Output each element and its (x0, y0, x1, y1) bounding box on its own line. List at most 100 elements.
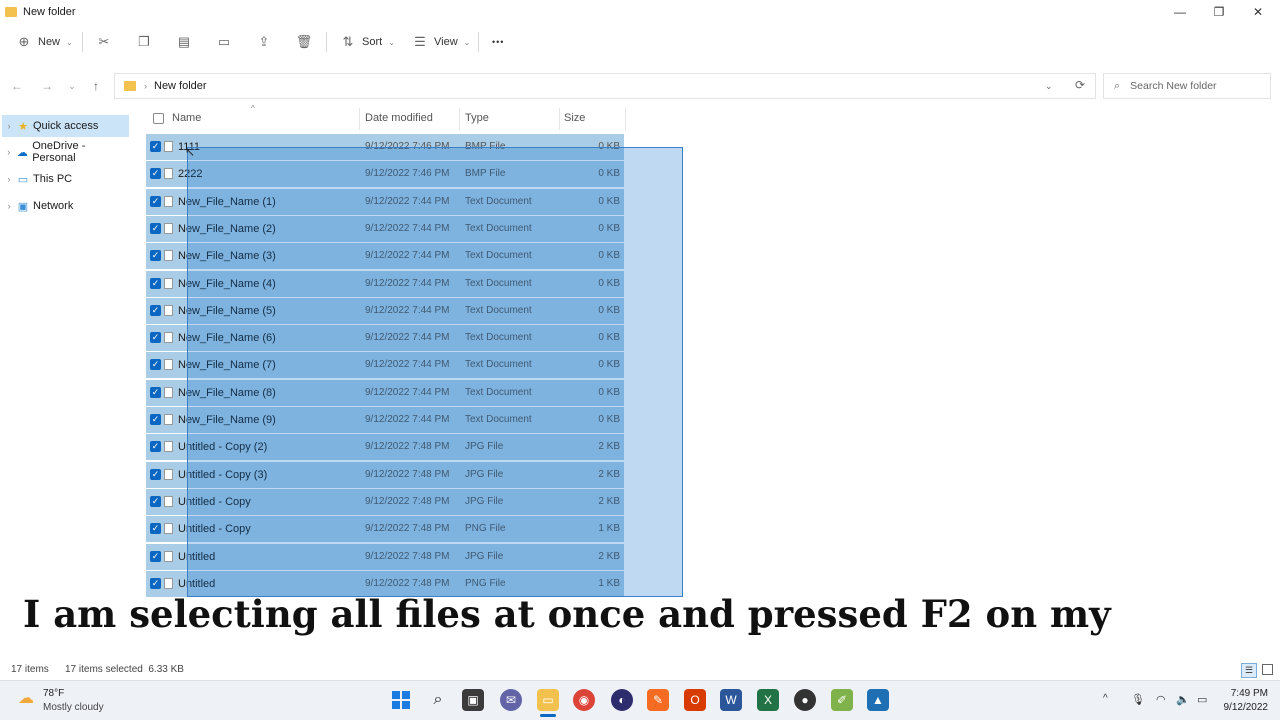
row-checkbox[interactable]: ✓ (150, 250, 161, 261)
row-checkbox[interactable]: ✓ (150, 278, 161, 289)
sidebar-item-onedrive[interactable]: › ☁ OneDrive - Personal (2, 140, 129, 164)
row-checkbox[interactable]: ✓ (150, 523, 161, 534)
weather-temperature[interactable]: 78°F (43, 688, 64, 699)
rename-button[interactable]: ▭ (216, 30, 232, 54)
file-explorer-taskbar-icon[interactable]: ▭ (537, 689, 559, 711)
row-checkbox[interactable]: ✓ (150, 168, 161, 179)
clock-date[interactable]: 9/12/2022 (1214, 702, 1269, 713)
refresh-icon[interactable]: ⟳ (1072, 78, 1088, 94)
column-divider[interactable] (559, 108, 560, 130)
row-checkbox[interactable]: ✓ (150, 359, 161, 370)
row-checkbox[interactable]: ✓ (150, 578, 161, 589)
tiles-view-icon[interactable] (1262, 664, 1273, 675)
chat-icon[interactable]: ✉ (500, 689, 522, 711)
restore-button[interactable]: ❐ (1199, 0, 1239, 24)
see-more-button[interactable]: ••• (492, 30, 504, 54)
clock-time[interactable]: 7:49 PM (1228, 688, 1268, 699)
cut-button[interactable]: ✂ (96, 30, 112, 54)
address-dropdown-icon[interactable]: ⌄ (1045, 81, 1053, 92)
task-view-icon[interactable]: ▣ (462, 689, 484, 711)
microphone-icon[interactable]: 🎙 (1131, 693, 1145, 706)
cloud-icon: ☁ (16, 146, 28, 159)
close-button[interactable]: ✕ (1238, 0, 1278, 24)
video-caption: I am selecting all files at once and pre… (23, 592, 1111, 636)
row-checkbox[interactable]: ✓ (150, 141, 161, 152)
view-button[interactable]: ☰ View ⌄ (412, 30, 470, 54)
computer-icon: ▭ (17, 173, 29, 186)
show-hidden-icons[interactable]: ^ (1103, 693, 1108, 704)
minimize-button[interactable]: — (1160, 0, 1200, 24)
column-header-date[interactable]: Date modified (365, 112, 433, 124)
column-divider[interactable] (625, 108, 626, 130)
row-checkbox[interactable]: ✓ (150, 305, 161, 316)
breadcrumb[interactable]: New folder (154, 80, 207, 92)
file-icon (164, 305, 173, 316)
row-checkbox[interactable]: ✓ (150, 496, 161, 507)
photos-icon[interactable]: ▲ (867, 689, 889, 711)
weather-icon[interactable]: ☁ (18, 688, 34, 708)
chrome-icon[interactable]: ◉ (573, 689, 595, 711)
file-icon (164, 278, 173, 289)
new-button[interactable]: ⊕ New ⌄ (16, 30, 73, 54)
notepad-icon[interactable]: ✐ (831, 689, 853, 711)
sidebar-item-network[interactable]: › ▣ Network (2, 195, 129, 217)
view-icon: ☰ (414, 34, 426, 49)
sort-icon: ⇅ (342, 34, 354, 49)
search-input[interactable]: ⌕ Search New folder (1103, 73, 1271, 99)
sort-button[interactable]: ⇅ Sort ⌄ (340, 30, 395, 54)
copy-button[interactable]: ❐ (136, 30, 152, 54)
paste-button[interactable]: ▤ (176, 30, 192, 54)
weather-description[interactable]: Mostly cloudy (43, 702, 104, 713)
start-button[interactable] (390, 689, 412, 711)
file-icon (164, 523, 173, 534)
selection-count: 17 items selected 6.33 KB (65, 664, 184, 675)
column-divider[interactable] (359, 108, 360, 130)
file-icon (164, 168, 173, 179)
wifi-icon[interactable]: ◠ (1156, 693, 1166, 706)
row-checkbox[interactable]: ✓ (150, 551, 161, 562)
copy-icon: ❐ (138, 34, 150, 49)
address-bar[interactable]: › New folder ⌄ (114, 73, 1096, 99)
row-checkbox[interactable]: ✓ (150, 469, 161, 480)
media-player-icon[interactable]: ◐ (611, 689, 633, 711)
up-button[interactable]: ↑ (88, 78, 104, 94)
file-icon (164, 469, 173, 480)
folder-icon (5, 7, 17, 17)
row-checkbox[interactable]: ✓ (150, 332, 161, 343)
sidebar-item-this-pc[interactable]: › ▭ This PC (2, 168, 129, 190)
share-button[interactable]: ⇪ (256, 30, 272, 54)
window-title: New folder (23, 6, 76, 18)
battery-icon[interactable]: ▭ (1197, 693, 1207, 706)
row-checkbox[interactable]: ✓ (150, 414, 161, 425)
back-button[interactable]: ← (9, 78, 25, 94)
column-header-size[interactable]: Size (564, 112, 585, 124)
forward-button[interactable]: → (39, 78, 55, 94)
network-icon: ▣ (17, 200, 29, 213)
speaker-icon[interactable]: 🔈 (1176, 693, 1190, 706)
row-checkbox[interactable]: ✓ (150, 387, 161, 398)
chevron-right-icon: › (7, 147, 11, 157)
excel-icon[interactable]: X (757, 689, 779, 711)
column-divider[interactable] (459, 108, 460, 130)
row-checkbox[interactable]: ✓ (150, 196, 161, 207)
recorder-icon[interactable]: ● (794, 689, 816, 711)
details-view-icon[interactable]: ☰ (1241, 663, 1257, 678)
file-icon (164, 196, 173, 207)
row-checkbox[interactable]: ✓ (150, 223, 161, 234)
recent-locations-button[interactable]: ⌄ (64, 78, 80, 94)
column-header-type[interactable]: Type (465, 112, 489, 124)
search-taskbar-icon[interactable]: ⌕ (427, 689, 449, 711)
delete-button[interactable]: 🗑 (296, 30, 313, 54)
paint-icon[interactable]: ✎ (647, 689, 669, 711)
sidebar-item-quick-access[interactable]: › ★ Quick access (2, 115, 129, 137)
column-header-name[interactable]: Name (172, 112, 201, 124)
sidebar-item-label: This PC (33, 173, 73, 185)
row-checkbox[interactable]: ✓ (150, 441, 161, 452)
word-icon[interactable]: W (720, 689, 742, 711)
selection-rectangle (187, 147, 683, 597)
select-all-checkbox[interactable] (153, 113, 164, 124)
chevron-down-icon: ⌄ (463, 37, 471, 47)
office-icon[interactable]: O (684, 689, 706, 711)
toolbar-divider (82, 32, 83, 52)
chevron-right-icon: › (7, 174, 11, 184)
